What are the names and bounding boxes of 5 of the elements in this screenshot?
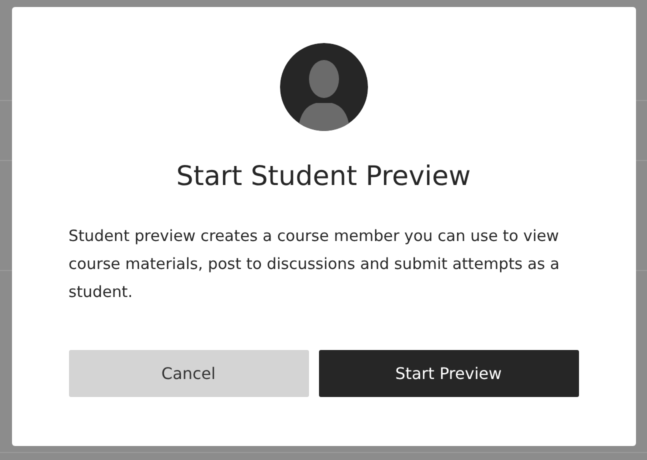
cancel-button[interactable]: Cancel (68, 350, 308, 397)
dialog-message: Student preview creates a course member you can use to view course materials, post to discussions and submit attempts as a student. (68, 226, 561, 303)
start-preview-button[interactable]: Start Preview (318, 350, 578, 397)
avatar-icon (280, 43, 368, 131)
dialog-title: Start Student Preview (176, 161, 471, 192)
